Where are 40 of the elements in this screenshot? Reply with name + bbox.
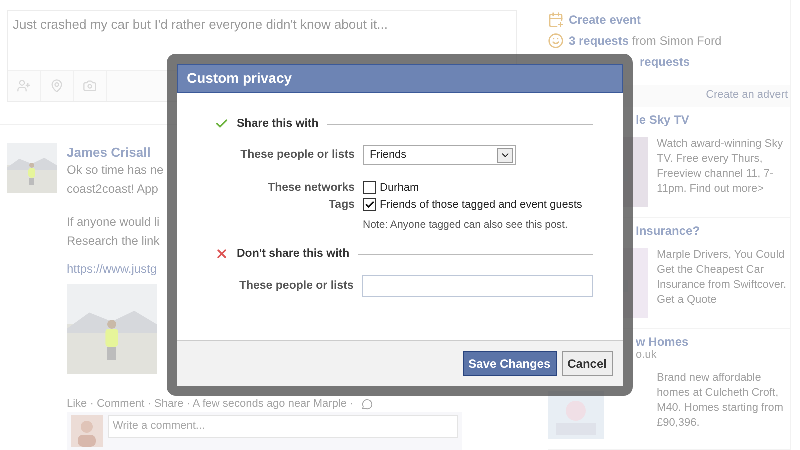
post-text: If anyone would li	[67, 214, 160, 231]
post-text: Research the link	[67, 233, 160, 250]
section-heading: Share this with	[237, 118, 319, 130]
post-text: coast2coast! App	[67, 181, 158, 198]
cancel-button[interactable]: Cancel	[562, 351, 613, 376]
calendar-icon	[548, 12, 564, 28]
smiley-icon	[548, 33, 564, 49]
checkbox-label: Durham	[380, 182, 420, 194]
post-link[interactable]: https://www.justg	[67, 262, 158, 276]
field-label: These networks	[267, 182, 355, 194]
ad-text: Brand new affordable homes at Culcheth Croft, M40. Homes starting from £90,396.	[657, 371, 785, 432]
save-button[interactable]: Save Changes	[462, 351, 557, 376]
post-text: Ok so time has ne	[67, 162, 164, 179]
exclude-input-field[interactable]	[362, 275, 593, 297]
post-actions: Like · Comment · Share · A few seconds ago near Marple ·	[67, 398, 354, 410]
field-label: These people or lists	[238, 280, 354, 292]
checkbox[interactable]	[363, 181, 376, 194]
check-icon	[215, 117, 229, 131]
dialog-title: Custom privacy	[177, 64, 623, 93]
author-name[interactable]: James Crisall	[67, 145, 151, 160]
field-label: Tags	[328, 198, 355, 210]
ad-text: Watch award-winning Sky TV. Free every Thurs, Freeview channel 11, 7-11pm. Find out more>	[657, 137, 784, 198]
status-placeholder: Just crashed my car but I'd rather everyone didn't know about it...	[12, 16, 389, 34]
ad-text: Marple Drivers, You Could Get the Cheapest Car Insurance from Swiftcover. Get a Quote	[657, 248, 788, 308]
comment-field[interactable]: Write a comment...	[108, 415, 458, 438]
camera-icon[interactable]	[83, 79, 97, 93]
checkbox-label: Friends of those tagged and event guests	[380, 198, 582, 210]
sidebar-link[interactable]: 3 requests from Simon Ford	[569, 34, 722, 48]
location-pin-icon[interactable]	[50, 79, 64, 93]
sidebar-link[interactable]: Create event	[569, 13, 642, 28]
cross-icon	[215, 247, 229, 261]
field-label: These people or lists	[240, 149, 355, 161]
audience-dropdown[interactable]: Friends	[363, 145, 516, 165]
section-heading: Don't share this with	[237, 248, 350, 260]
sidebar-link[interactable]: requests	[640, 54, 690, 69]
note-text: Note: Anyone tagged can also see this post.	[363, 219, 568, 231]
comment-icon	[362, 398, 373, 410]
tag-person-icon[interactable]	[17, 79, 31, 93]
ad-domain: o.uk	[635, 349, 658, 362]
checkbox[interactable]	[363, 198, 376, 211]
